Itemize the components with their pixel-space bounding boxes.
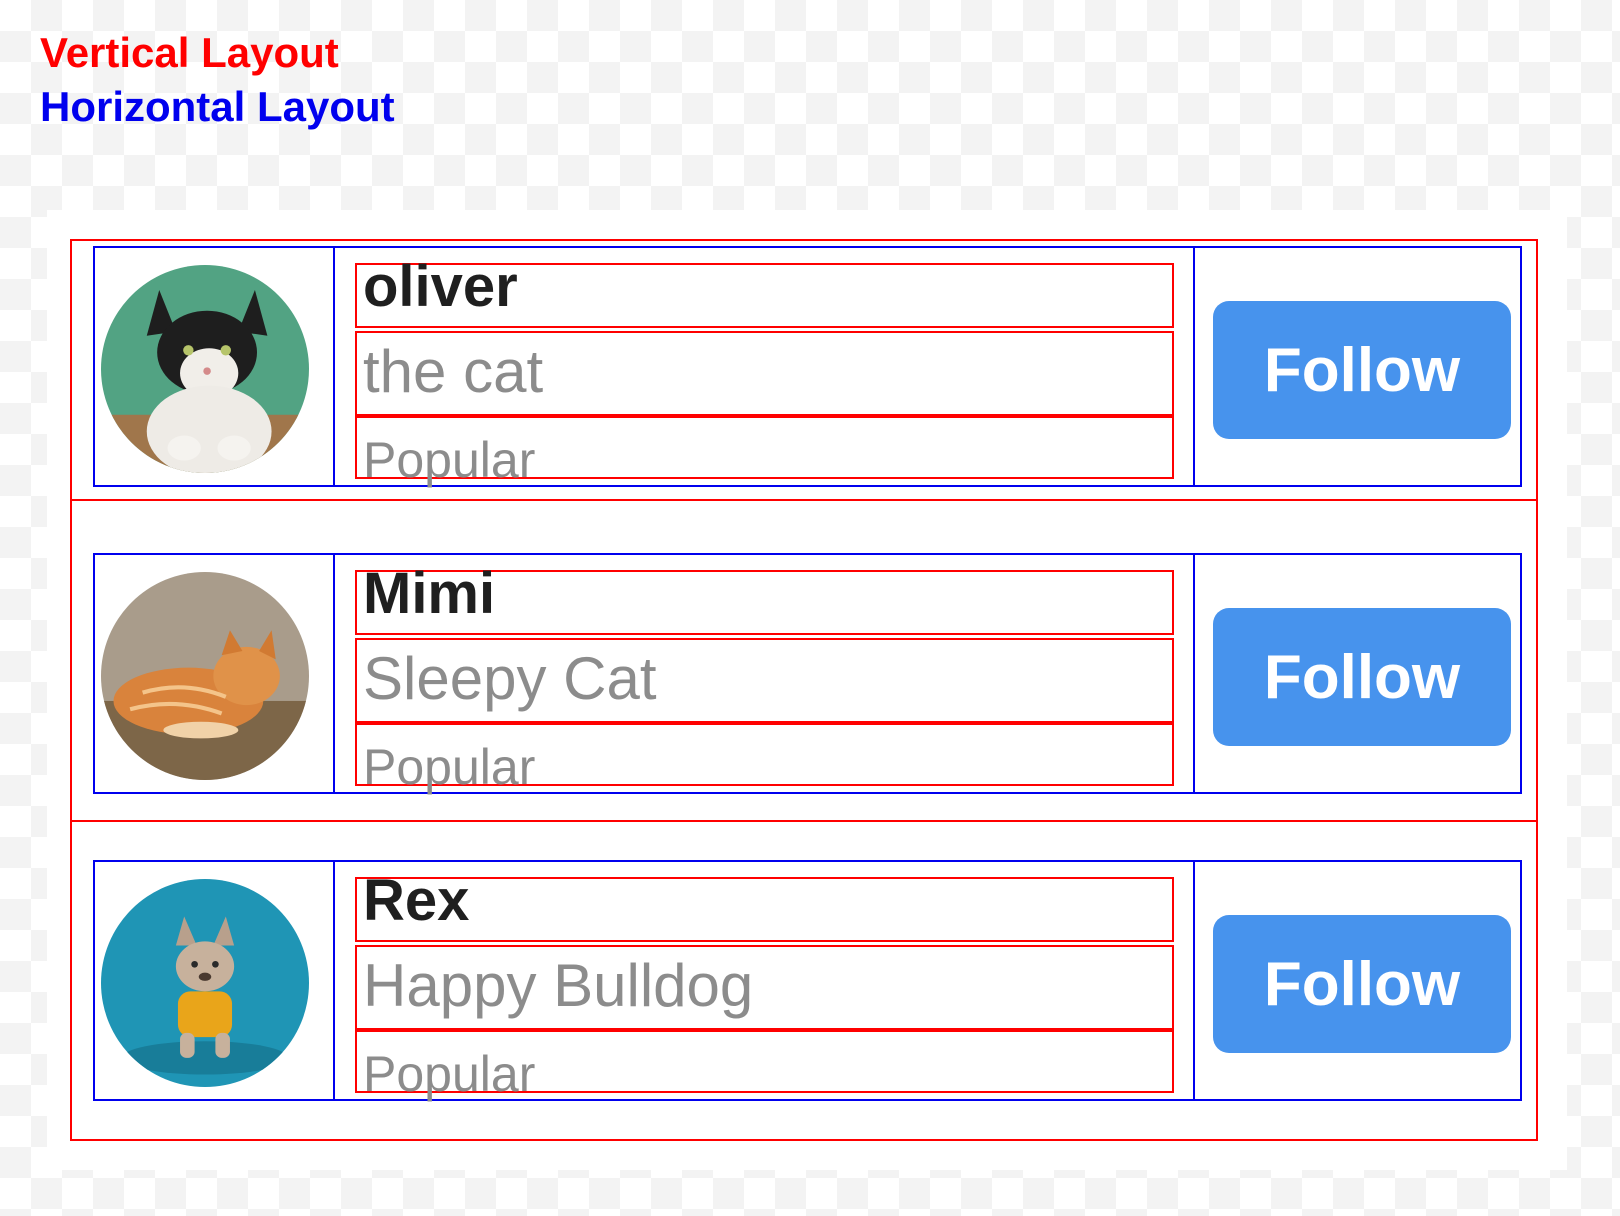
name-slot (355, 877, 1174, 942)
row-separator (70, 499, 1538, 501)
avatar (101, 572, 309, 780)
list-item: oliver the cat Popular Follow (93, 246, 1522, 487)
avatar-cell (95, 248, 335, 485)
follow-button[interactable]: Follow (1213, 301, 1511, 439)
text-column: Rex Happy Bulldog Popular (335, 862, 1195, 1102)
card-name: oliver (363, 254, 518, 319)
list-item: Mimi Sleepy Cat Popular Follow (93, 553, 1522, 794)
avatar (101, 265, 309, 473)
avatar-cell (95, 862, 335, 1099)
avatar (101, 879, 309, 1087)
card-subtitle: Happy Bulldog (363, 952, 754, 1019)
cat-photo-icon (101, 572, 309, 780)
text-column: oliver the cat Popular (335, 248, 1195, 488)
card-subtitle: Sleepy Cat (363, 645, 657, 712)
bulldog-photo-icon (101, 879, 309, 1087)
row-separator (70, 820, 1538, 822)
legend-vertical-layout: Vertical Layout (40, 29, 339, 76)
card-subtitle: the cat (363, 338, 544, 405)
legend: Vertical Layout Horizontal Layout (40, 26, 395, 134)
follow-button[interactable]: Follow (1213, 608, 1511, 746)
list-item: Rex Happy Bulldog Popular Follow (93, 860, 1522, 1101)
follow-button[interactable]: Follow (1213, 915, 1511, 1053)
legend-horizontal-layout: Horizontal Layout (40, 83, 395, 130)
card-name: Rex (363, 868, 470, 933)
card-tag: Popular (363, 739, 536, 795)
cat-photo-icon (101, 265, 309, 473)
card-tag: Popular (363, 432, 536, 488)
avatar-cell (95, 555, 335, 792)
card-tag: Popular (363, 1046, 536, 1102)
text-column: Mimi Sleepy Cat Popular (335, 555, 1195, 795)
card-name: Mimi (363, 561, 496, 626)
